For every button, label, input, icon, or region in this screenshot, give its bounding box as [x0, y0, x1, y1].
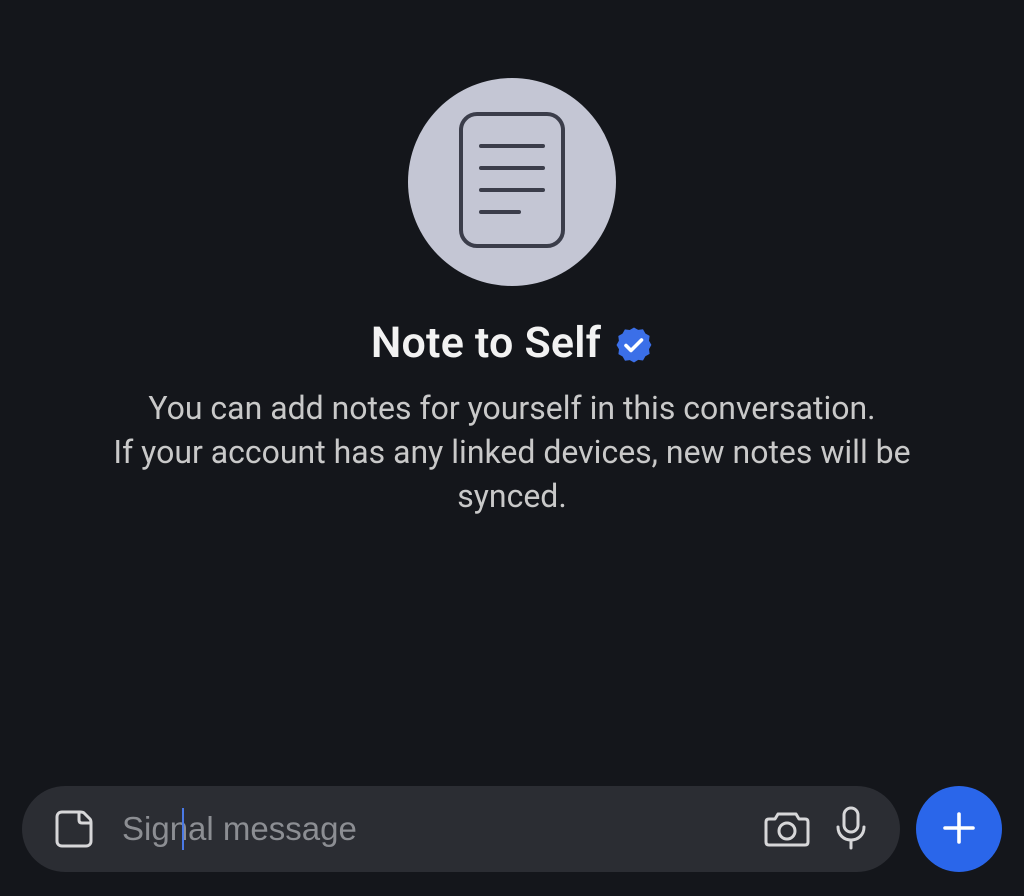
add-button[interactable]: [916, 786, 1002, 872]
note-page-icon: [457, 110, 567, 254]
sticker-button[interactable]: [48, 802, 102, 856]
conversation-avatar: [408, 78, 616, 286]
composer-area: [22, 786, 1002, 872]
camera-button[interactable]: [760, 802, 814, 856]
chat-screen: Note to Self You can add notes for yours…: [0, 0, 1024, 896]
conversation-title: Note to Self: [371, 318, 601, 368]
conversation-title-row: Note to Self: [371, 318, 653, 368]
sticker-icon: [54, 807, 96, 852]
plus-icon: [938, 807, 980, 852]
verified-badge-icon: [615, 326, 653, 364]
message-composer: [22, 786, 900, 872]
description-line-1: You can add notes for yourself in this c…: [72, 386, 952, 430]
message-input[interactable]: [112, 786, 750, 872]
voice-message-button[interactable]: [824, 802, 878, 856]
description-line-2: If your account has any linked devices, …: [72, 430, 952, 518]
microphone-icon: [834, 805, 868, 854]
camera-icon: [764, 807, 810, 852]
conversation-description: You can add notes for yourself in this c…: [72, 386, 952, 518]
